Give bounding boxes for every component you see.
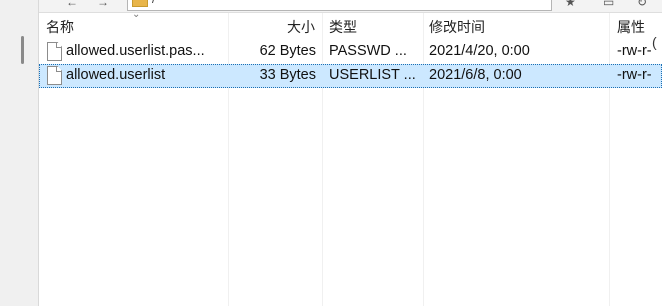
file-row-selected[interactable]: allowed.userlist 33 Bytes USERLIST ... 2…: [39, 64, 662, 88]
overflow-indicator: (: [652, 34, 657, 50]
file-size: 33 Bytes: [259, 67, 316, 83]
folder-icon: [132, 0, 148, 7]
path-value: /: [152, 0, 155, 6]
column-header-type[interactable]: 类型: [329, 17, 357, 37]
file-name: allowed.userlist: [66, 67, 166, 83]
scrollbar-thumb[interactable]: [21, 36, 24, 64]
column-header-modified[interactable]: 修改时间: [429, 17, 485, 37]
file-type: USERLIST ...: [329, 67, 416, 83]
file-modified: 2021/6/8, 0:00: [429, 67, 522, 83]
file-type: PASSWD ...: [329, 43, 407, 59]
file-size: 62 Bytes: [259, 43, 316, 59]
window-icon[interactable]: ▭: [603, 0, 614, 9]
column-header-attributes[interactable]: 属性: [617, 17, 645, 37]
column-header-name[interactable]: 名称: [46, 17, 74, 37]
file-attributes: -rw-r-: [617, 67, 652, 83]
side-panel: [0, 0, 39, 306]
file-icon: [47, 42, 62, 61]
column-header-row: ⌄ 名称 大小 类型 修改时间 属性: [39, 9, 662, 40]
forward-arrow-icon[interactable]: →: [97, 0, 109, 9]
bookmark-icon[interactable]: ★: [565, 0, 576, 9]
file-row[interactable]: allowed.userlist.pas... 62 Bytes PASSWD …: [39, 40, 662, 64]
back-arrow-icon[interactable]: ←: [66, 0, 78, 9]
file-icon: [47, 66, 62, 85]
file-modified: 2021/4/20, 0:00: [429, 43, 530, 59]
column-header-size[interactable]: 大小: [287, 17, 315, 37]
chevron-down-icon: ⌄: [132, 9, 141, 20]
path-input[interactable]: /: [127, 0, 552, 11]
refresh-icon[interactable]: ↻: [637, 0, 647, 9]
file-name: allowed.userlist.pas...: [66, 43, 205, 59]
file-list: ⌄ 名称 大小 类型 修改时间 属性 allowed.userlist.pas.…: [39, 9, 662, 306]
toolbar-strip: ↻ ← → / ★ ▭ ↻: [0, 0, 662, 13]
